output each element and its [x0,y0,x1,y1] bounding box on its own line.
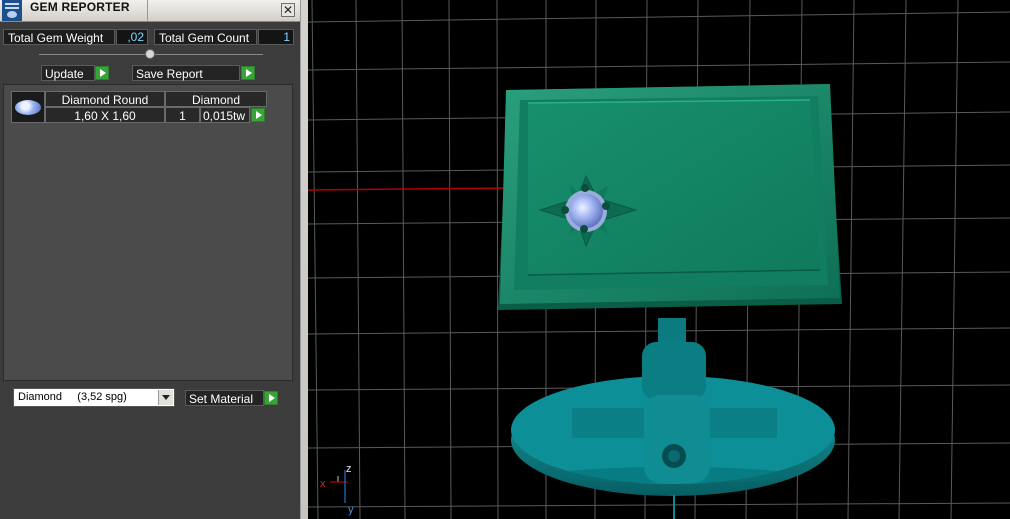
title-separator [147,0,148,21]
axis-z-label: z [346,463,352,475]
update-button[interactable]: Update [41,65,95,81]
total-gem-count-value: 1 [258,29,294,45]
gem-row-size: 1,60 X 1,60 [45,107,165,123]
gem-reporter-panel: GEM REPORTER ✕ Total Gem Weight ,02 Tota… [0,0,300,519]
gem-thumbnail-icon[interactable] [11,91,45,123]
go-arrow-icon[interactable] [241,66,255,80]
set-material-button[interactable]: Set Material [185,390,264,406]
panel-divider[interactable] [300,0,308,519]
axis-y-label: y [348,504,354,516]
gem-header-shape: Diamond Round [45,91,165,107]
material-select[interactable]: Diamond (3,52 spg) [13,388,175,407]
ring-post[interactable] [642,318,710,483]
material-select-value: Diamond (3,52 spg) [18,391,127,403]
ring-head-plate[interactable] [498,84,842,310]
total-gem-count-label: Total Gem Count [154,29,257,45]
go-arrow-icon[interactable] [95,66,109,80]
chevron-down-icon[interactable] [158,390,173,405]
go-arrow-icon[interactable] [264,391,278,405]
x-axis-line [308,187,509,191]
gem-reporter-app-icon [2,0,22,21]
gem-row-count: 1 [165,107,200,123]
save-report-button[interactable]: Save Report [132,65,240,81]
total-gem-weight-label: Total Gem Weight [3,29,115,45]
panel-splitter-handle[interactable] [145,49,155,59]
gem-row-weight: 0,015tw [200,107,250,123]
gem-list [3,84,293,381]
window-title: GEM REPORTER [30,0,130,14]
go-arrow-icon[interactable] [251,108,265,122]
gem-header-material: Diamond [165,91,267,107]
close-icon[interactable]: ✕ [281,3,295,17]
3d-viewport[interactable]: x z y [308,0,1010,519]
axis-gizmo: x z y [320,463,354,516]
axis-x-label: x [320,478,326,490]
total-gem-weight-value: ,02 [116,29,148,45]
title-bar[interactable]: GEM REPORTER ✕ [0,0,300,22]
